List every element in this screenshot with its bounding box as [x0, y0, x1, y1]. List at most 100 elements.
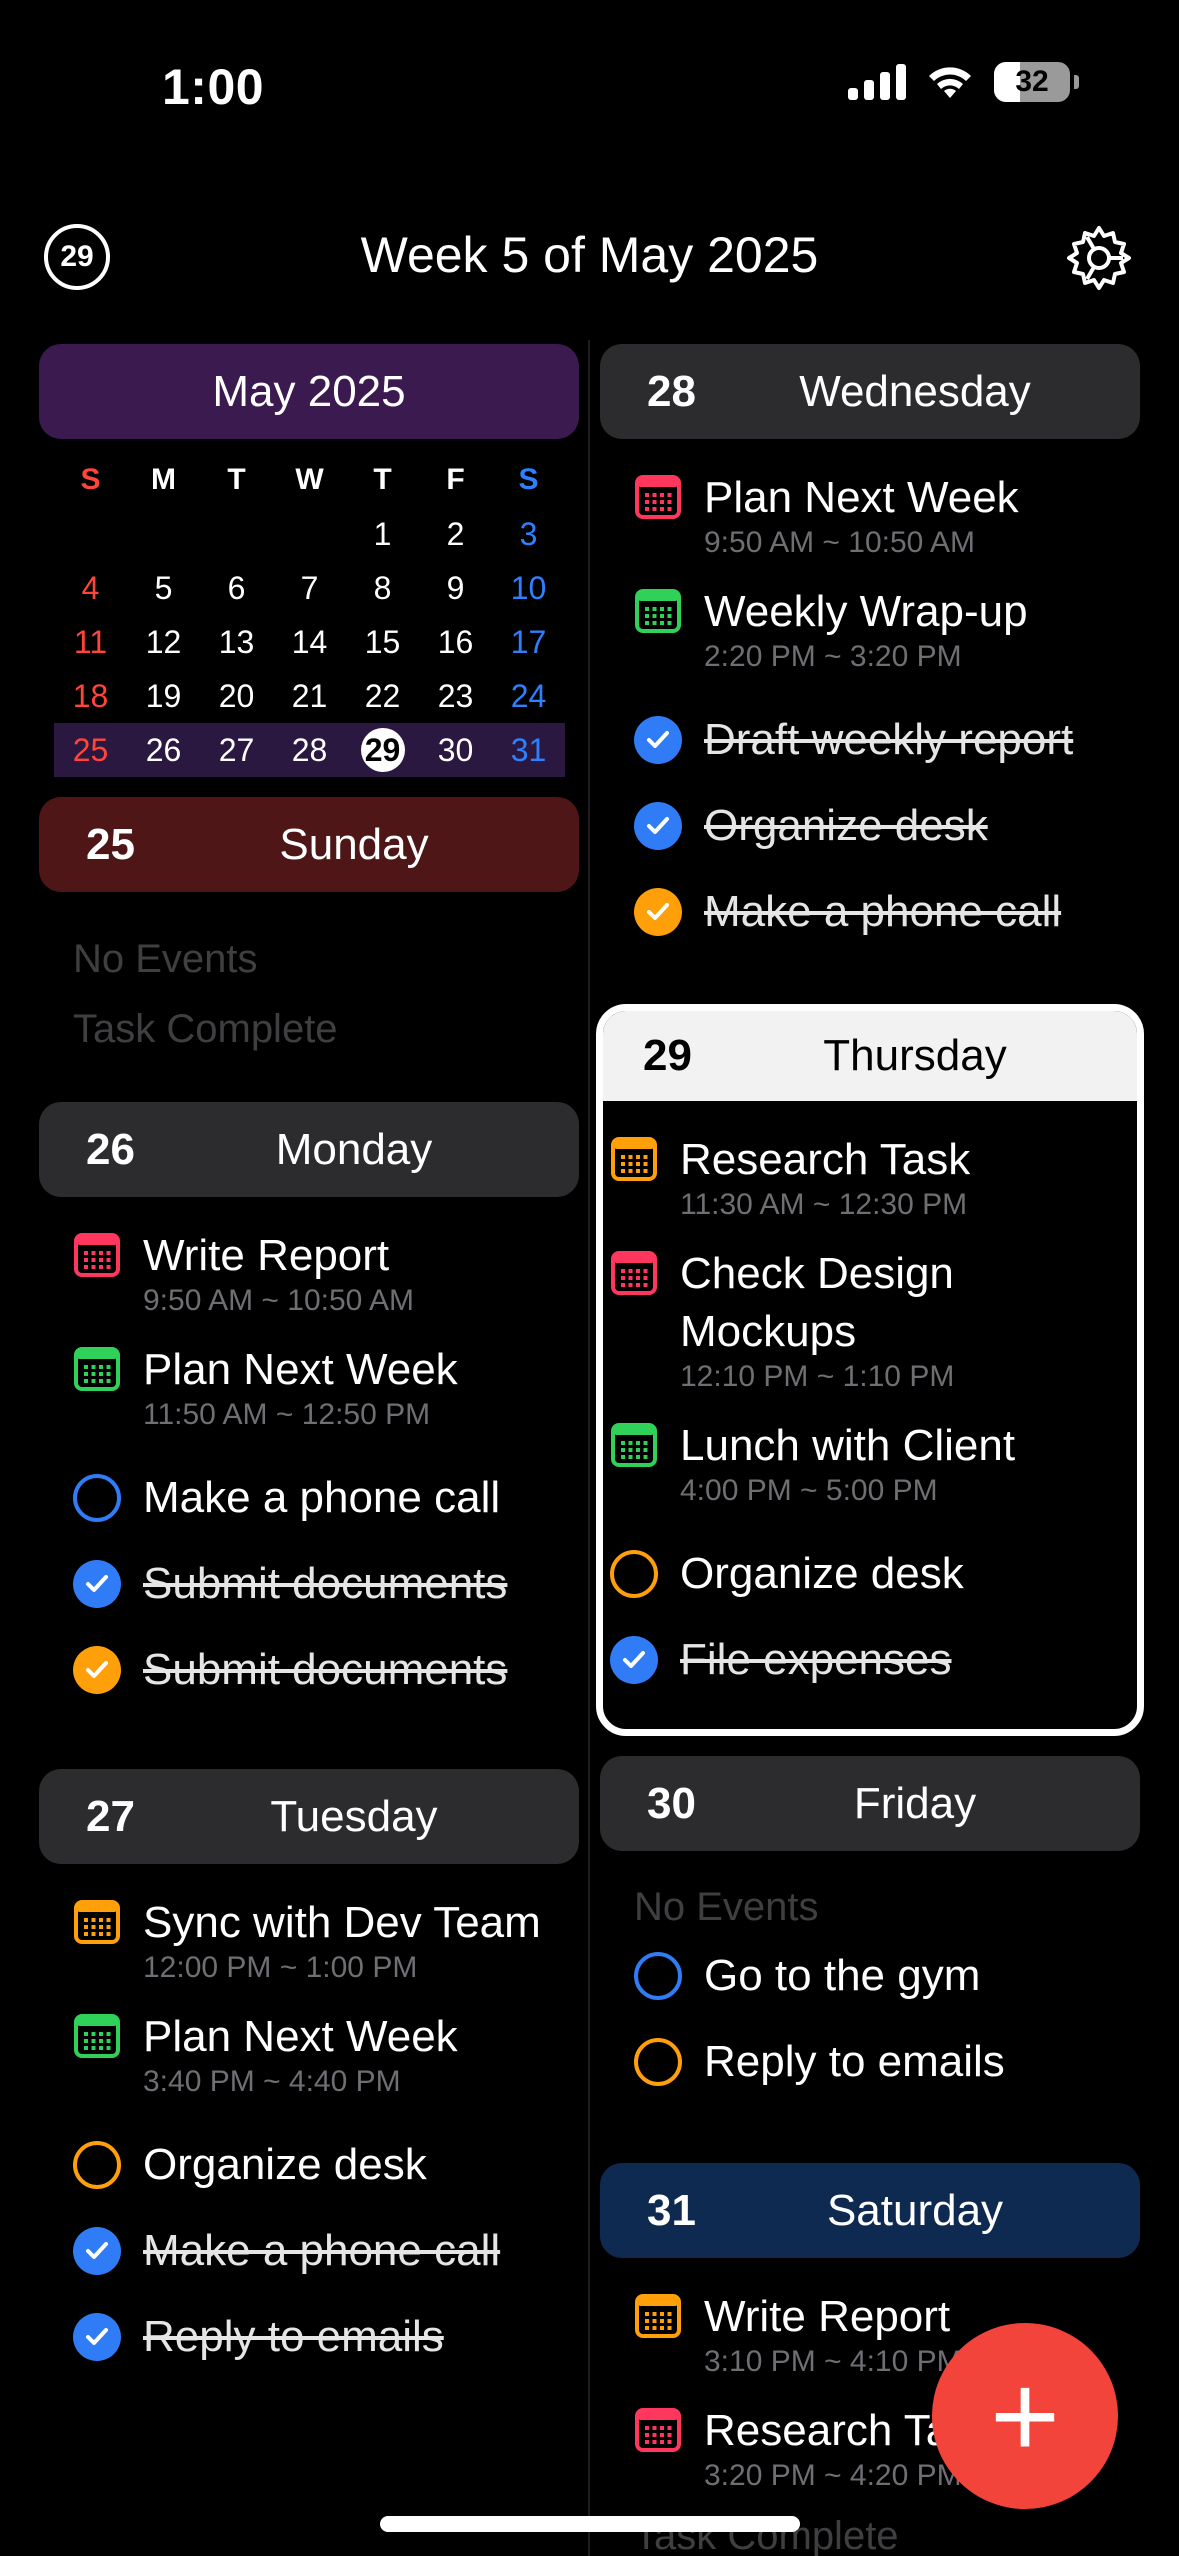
task-item[interactable]: Make a phone call	[73, 1455, 579, 1541]
day-header-saturday[interactable]: 31 Saturday	[600, 2163, 1140, 2258]
calendar-day[interactable]: 26	[127, 723, 200, 777]
calendar-day[interactable]: 30	[419, 723, 492, 777]
event-item[interactable]: Lunch with Client 4:00 PM ~ 5:00 PM	[610, 1417, 1137, 1507]
task-title: Draft weekly report	[704, 715, 1074, 764]
task-item[interactable]: Reply to emails	[73, 2294, 579, 2380]
task-title: File expenses	[680, 1635, 952, 1684]
event-item[interactable]: Plan Next Week 3:40 PM ~ 4:40 PM	[73, 2008, 579, 2098]
task-item[interactable]: Reply to emails	[634, 2019, 1140, 2105]
calendar-day[interactable]: 2	[419, 507, 492, 561]
checked-checkbox-icon[interactable]	[73, 1560, 121, 1608]
event-time: 12:00 PM ~ 1:00 PM	[143, 1951, 418, 1984]
task-item[interactable]: Submit documents	[73, 1541, 579, 1627]
event-item[interactable]: Check Design Mockups 12:10 PM ~ 1:10 PM	[610, 1245, 1137, 1393]
day-header-sunday[interactable]: 25 Sunday	[39, 797, 579, 892]
event-item[interactable]: Research Task 11:30 AM ~ 12:30 PM	[610, 1131, 1137, 1221]
task-item[interactable]: Organize desk	[610, 1531, 1137, 1617]
unchecked-checkbox-icon[interactable]	[73, 2141, 121, 2189]
task-title: Organize desk	[143, 2140, 427, 2189]
calendar-day[interactable]: 19	[127, 669, 200, 723]
unchecked-checkbox-icon[interactable]	[610, 1550, 658, 1598]
event-item[interactable]: Write Report 9:50 AM ~ 10:50 AM	[73, 1227, 579, 1317]
checked-checkbox-icon[interactable]	[73, 2227, 121, 2275]
calendar-day[interactable]: 23	[419, 669, 492, 723]
day-header-monday[interactable]: 26 Monday	[39, 1102, 579, 1197]
day-name: Thursday	[823, 1031, 1007, 1080]
task-item[interactable]: Make a phone call	[73, 2208, 579, 2294]
calendar-day[interactable]: 16	[419, 615, 492, 669]
day-items-wednesday: Plan Next Week 9:50 AM ~ 10:50 AM Weekly W…	[600, 469, 1140, 955]
calendar-event-icon	[635, 2294, 681, 2338]
task-item[interactable]: Go to the gym	[634, 1933, 1140, 2019]
task-item[interactable]: Submit documents	[73, 1627, 579, 1713]
unchecked-checkbox-icon[interactable]	[634, 2038, 682, 2086]
calendar-day[interactable]: 22	[346, 669, 419, 723]
calendar-day[interactable]: 11	[54, 615, 127, 669]
mini-calendar-header[interactable]: May 2025	[39, 344, 579, 439]
no-events-label: No Events	[634, 1885, 819, 1929]
calendar-day[interactable]: 1	[346, 507, 419, 561]
event-title: Plan Next Week	[143, 2012, 458, 2061]
today-marker: 29	[360, 728, 405, 772]
event-title: Research Task	[680, 1135, 971, 1184]
calendar-day[interactable]: 13	[200, 615, 273, 669]
calendar-day[interactable]: 21	[273, 669, 346, 723]
calendar-day[interactable]: 5	[127, 561, 200, 615]
calendar-day[interactable]: 12	[127, 615, 200, 669]
checked-checkbox-icon[interactable]	[634, 888, 682, 936]
event-item[interactable]: Weekly Wrap-up 2:20 PM ~ 3:20 PM	[634, 583, 1140, 673]
add-button[interactable]: +	[932, 2323, 1118, 2509]
day-header-wednesday[interactable]: 28 Wednesday	[600, 344, 1140, 439]
event-title: Check Design Mockups	[680, 1249, 954, 1356]
calendar-day[interactable]: 9	[419, 561, 492, 615]
task-item[interactable]: Organize desk	[634, 783, 1140, 869]
calendar-day[interactable]: 24	[492, 669, 565, 723]
task-title: Make a phone call	[143, 1473, 501, 1522]
task-item[interactable]: Organize desk	[73, 2122, 579, 2208]
calendar-day[interactable]: 3	[492, 507, 565, 561]
day-header-thursday[interactable]: 29 Thursday	[603, 1011, 1137, 1101]
weekday-label: W	[295, 463, 324, 496]
checked-checkbox-icon[interactable]	[634, 716, 682, 764]
calendar-day[interactable]: 28	[273, 723, 346, 777]
event-time: 11:30 AM ~ 12:30 PM	[680, 1188, 968, 1221]
calendar-day[interactable]: 25	[54, 723, 127, 777]
calendar-day[interactable]: 15	[346, 615, 419, 669]
event-time: 3:40 PM ~ 4:40 PM	[143, 2065, 401, 2098]
calendar-day[interactable]: 7	[273, 561, 346, 615]
calendar-day[interactable]: 14	[273, 615, 346, 669]
task-title: Submit documents	[143, 1645, 508, 1694]
checked-checkbox-icon[interactable]	[634, 802, 682, 850]
home-indicator[interactable]	[380, 2516, 800, 2532]
unchecked-checkbox-icon[interactable]	[73, 1474, 121, 1522]
calendar-day[interactable]: 29	[346, 723, 419, 777]
task-title: Reply to emails	[704, 2037, 1005, 2086]
event-title: Write Report	[704, 2292, 951, 2341]
calendar-day[interactable]: 20	[200, 669, 273, 723]
checked-checkbox-icon[interactable]	[73, 1646, 121, 1694]
event-item[interactable]: Plan Next Week 11:50 AM ~ 12:50 PM	[73, 1341, 579, 1431]
task-item[interactable]: Make a phone call	[634, 869, 1140, 955]
settings-gear-icon[interactable]	[1063, 222, 1135, 294]
right-column: 28 Wednesday Plan Next Week 9:50 AM ~ 10:…	[600, 344, 1140, 955]
calendar-day[interactable]: 6	[200, 561, 273, 615]
day-header-friday[interactable]: 30 Friday	[600, 1756, 1140, 1851]
task-item[interactable]: File expenses	[610, 1617, 1137, 1703]
calendar-day[interactable]: 27	[200, 723, 273, 777]
day-header-tuesday[interactable]: 27 Tuesday	[39, 1769, 579, 1864]
task-title: Make a phone call	[704, 887, 1062, 936]
calendar-day[interactable]: 18	[54, 669, 127, 723]
checked-checkbox-icon[interactable]	[610, 1636, 658, 1684]
event-item[interactable]: Sync with Dev Team 12:00 PM ~ 1:00 PM	[73, 1894, 579, 1984]
unchecked-checkbox-icon[interactable]	[634, 1952, 682, 2000]
task-item[interactable]: Draft weekly report	[634, 697, 1140, 783]
calendar-day[interactable]: 17	[492, 615, 565, 669]
checked-checkbox-icon[interactable]	[73, 2313, 121, 2361]
calendar-day[interactable]: 8	[346, 561, 419, 615]
event-item[interactable]: Plan Next Week 9:50 AM ~ 10:50 AM	[634, 469, 1140, 559]
calendar-event-icon	[635, 2408, 681, 2452]
calendar-day[interactable]: 31	[492, 723, 565, 777]
task-title: Make a phone call	[143, 2226, 501, 2275]
calendar-day[interactable]: 4	[54, 561, 127, 615]
calendar-day[interactable]: 10	[492, 561, 565, 615]
